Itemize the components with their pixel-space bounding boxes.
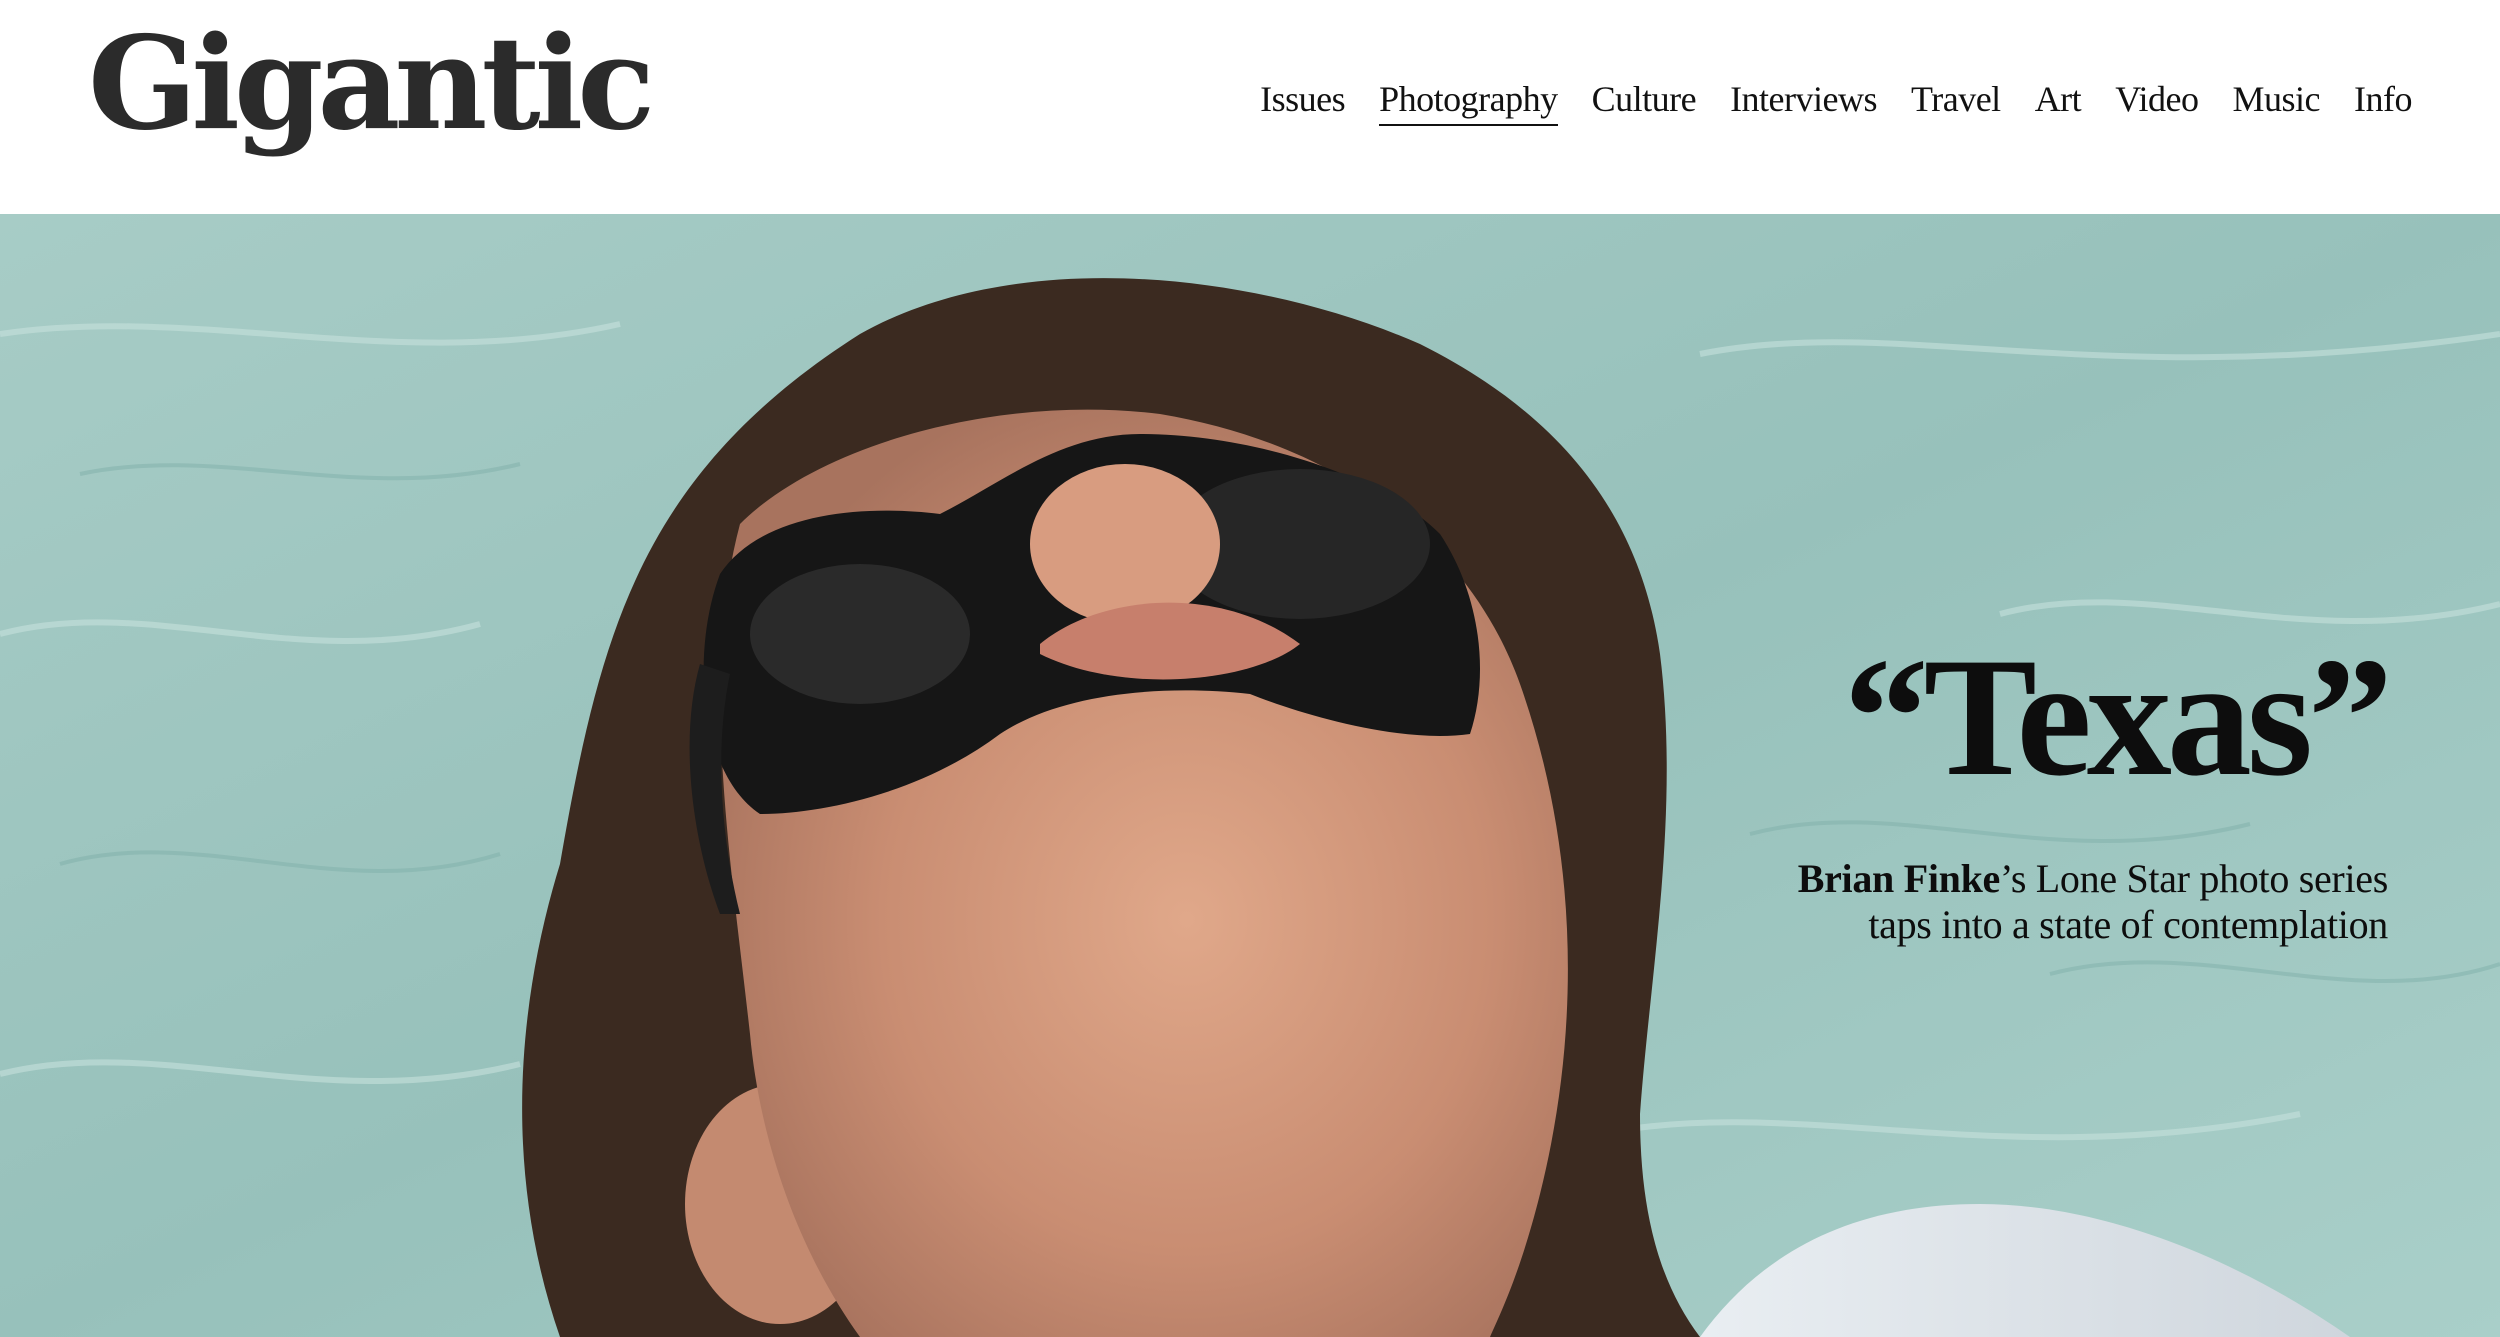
nav-item-music[interactable]: Music	[2233, 78, 2321, 126]
hero-subtitle: Brian Finke’s Lone Star photo series tap…	[1768, 856, 2389, 948]
main-nav: Issues Photography Culture Interviews Tr…	[1260, 78, 2412, 127]
site-logo[interactable]: Gigantic	[88, 20, 655, 148]
hero-author: Brian Finke	[1797, 856, 2001, 901]
nav-item-info[interactable]: Info	[2354, 78, 2412, 126]
hero-text-block: “Texas” Brian Finke’s Lone Star photo se…	[1768, 632, 2393, 948]
nav-item-video[interactable]: Video	[2115, 78, 2199, 126]
nav-item-interviews[interactable]: Interviews	[1730, 78, 1877, 126]
site-header: Gigantic Issues Photography Culture Inte…	[0, 0, 2500, 214]
nav-item-photography[interactable]: Photography	[1379, 78, 1558, 127]
nav-item-travel[interactable]: Travel	[1911, 78, 2001, 126]
nav-item-issues[interactable]: Issues	[1260, 78, 1346, 126]
nav-item-art[interactable]: Art	[2035, 78, 2082, 126]
hero-title[interactable]: “Texas”	[1768, 632, 2393, 802]
hero-feature[interactable]: “Texas” Brian Finke’s Lone Star photo se…	[0, 214, 2500, 1337]
nav-item-culture[interactable]: Culture	[1592, 78, 1697, 126]
